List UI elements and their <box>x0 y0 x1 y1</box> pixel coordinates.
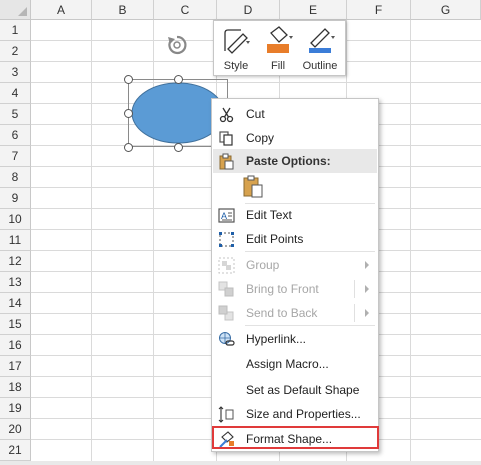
shape-style-icon <box>224 29 250 54</box>
menu-label-cut: Cut <box>246 107 265 121</box>
resize-handle-nw[interactable] <box>124 75 133 84</box>
menu-separator <box>245 325 375 326</box>
clipboard-icon <box>219 153 234 170</box>
row-header-2[interactable]: 2 <box>0 41 31 62</box>
submenu-divider <box>354 304 355 322</box>
menu-label-copy: Copy <box>246 131 275 145</box>
menu-label-assign-macro: Assign Macro... <box>246 357 329 371</box>
menu-label-set-default-shape: Set as Default Shape <box>246 383 360 397</box>
outline-label: Outline <box>302 60 338 72</box>
resize-handle-w[interactable] <box>124 109 133 118</box>
menu-label-bring-to-front: Bring to Front <box>246 282 319 296</box>
hyperlink-globe-icon <box>219 332 235 346</box>
column-header-a[interactable]: A <box>31 0 92 20</box>
row-header-20[interactable]: 20 <box>0 419 31 440</box>
column-header-c[interactable]: C <box>154 0 217 20</box>
menu-item-cut[interactable]: Cut <box>213 102 377 126</box>
row-header-15[interactable]: 15 <box>0 314 31 335</box>
paste-clipboard-icon[interactable] <box>242 175 264 199</box>
menu-item-copy[interactable]: Copy <box>213 126 377 150</box>
row-header-6[interactable]: 6 <box>0 125 31 146</box>
select-all-triangle-icon <box>18 7 27 16</box>
row-header-7[interactable]: 7 <box>0 146 31 167</box>
menu-item-bring-to-front[interactable]: Bring to Front <box>213 277 377 301</box>
column-header-f[interactable]: F <box>347 0 411 20</box>
gridline <box>31 82 481 83</box>
row-header-5[interactable]: 5 <box>0 104 31 125</box>
row-header-16[interactable]: 16 <box>0 335 31 356</box>
menu-item-set-default-shape[interactable]: Set as Default Shape <box>213 378 377 402</box>
size-properties-icon <box>218 406 234 423</box>
edit-points-icon <box>219 232 234 247</box>
menu-label-group: Group <box>246 258 280 272</box>
submenu-divider <box>354 280 355 298</box>
row-header-10[interactable]: 10 <box>0 209 31 230</box>
bring-to-front-icon <box>218 281 234 297</box>
mini-toolbar: Style Fill Outline <box>213 20 346 76</box>
row-header-8[interactable]: 8 <box>0 167 31 188</box>
row-header-3[interactable]: 3 <box>0 62 31 83</box>
edit-text-icon: A <box>218 208 235 223</box>
menu-item-edit-points[interactable]: Edit Points <box>213 227 377 251</box>
row-header-9[interactable]: 9 <box>0 188 31 209</box>
paste-options-label: Paste Options: <box>246 154 331 168</box>
column-header-b[interactable]: B <box>92 0 154 20</box>
row-header-17[interactable]: 17 <box>0 356 31 377</box>
resize-handle-n[interactable] <box>174 75 183 84</box>
fill-label: Fill <box>270 60 286 72</box>
fill-bucket-icon <box>267 26 293 53</box>
menu-item-send-to-back[interactable]: Send to Back <box>213 301 377 325</box>
menu-label-send-to-back: Send to Back <box>246 306 318 320</box>
style-button[interactable]: Style <box>216 25 256 73</box>
outline-button[interactable]: Outline <box>300 25 340 73</box>
context-menu: Cut Copy Paste Options: A Edit Text Edit… <box>211 98 379 452</box>
menu-item-size-properties[interactable]: Size and Properties... <box>213 402 377 426</box>
menu-separator <box>245 251 375 252</box>
scissors-icon <box>219 107 234 123</box>
row-header-12[interactable]: 12 <box>0 251 31 272</box>
menu-item-group[interactable]: Group <box>213 253 377 277</box>
resize-handle-s[interactable] <box>174 143 183 152</box>
outline-pen-icon <box>309 28 335 53</box>
paste-options-header: Paste Options: <box>213 149 377 173</box>
copy-icon <box>219 131 233 146</box>
row-header-18[interactable]: 18 <box>0 377 31 398</box>
menu-item-hyperlink[interactable]: Hyperlink... <box>213 327 377 351</box>
send-to-back-icon <box>218 305 234 321</box>
submenu-arrow-icon <box>365 261 369 269</box>
menu-label-size-properties: Size and Properties... <box>246 407 361 421</box>
submenu-arrow-icon[interactable] <box>365 285 369 293</box>
rotate-handle-icon[interactable] <box>166 34 188 56</box>
menu-label-edit-text: Edit Text <box>246 208 292 222</box>
menu-label-edit-points: Edit Points <box>246 232 304 246</box>
submenu-arrow-icon[interactable] <box>365 309 369 317</box>
gridline <box>410 20 411 465</box>
menu-item-edit-text[interactable]: A Edit Text <box>213 203 377 227</box>
row-header-11[interactable]: 11 <box>0 230 31 251</box>
row-header-19[interactable]: 19 <box>0 398 31 419</box>
row-header-4[interactable]: 4 <box>0 83 31 104</box>
format-shape-highlight-box <box>212 426 379 449</box>
select-all-corner[interactable] <box>0 0 31 20</box>
sheet-bottom-edge <box>0 461 481 465</box>
row-header-13[interactable]: 13 <box>0 272 31 293</box>
column-header-d[interactable]: D <box>217 0 280 20</box>
row-header-21[interactable]: 21 <box>0 440 31 461</box>
style-label: Style <box>223 60 249 72</box>
row-header-1[interactable]: 1 <box>0 20 31 41</box>
menu-item-assign-macro[interactable]: Assign Macro... <box>213 352 377 376</box>
fill-button[interactable]: Fill <box>258 25 298 73</box>
column-header-g[interactable]: G <box>411 0 481 20</box>
group-icon <box>218 257 235 274</box>
gridline <box>91 20 92 465</box>
menu-label-hyperlink: Hyperlink... <box>246 332 307 346</box>
column-header-e[interactable]: E <box>280 0 347 20</box>
resize-handle-sw[interactable] <box>124 143 133 152</box>
row-header-14[interactable]: 14 <box>0 293 31 314</box>
